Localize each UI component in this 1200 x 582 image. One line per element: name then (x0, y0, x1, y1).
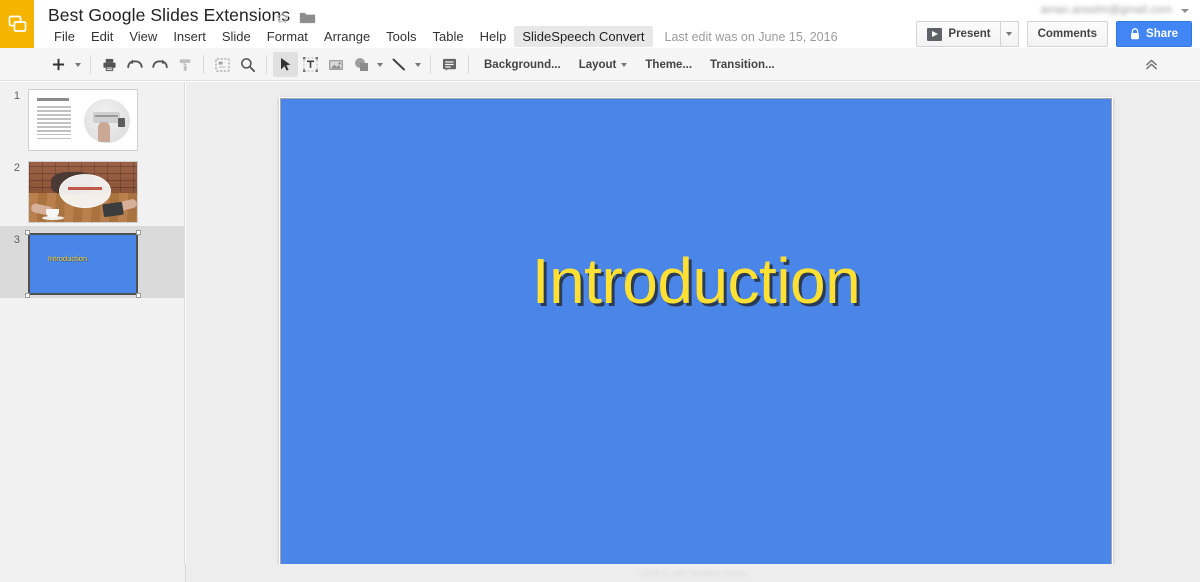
slide-thumbnail[interactable] (28, 161, 138, 223)
line-icon[interactable] (386, 52, 411, 77)
image-icon[interactable] (323, 52, 348, 77)
menu-tools[interactable]: Tools (378, 26, 424, 47)
redo-arrow-icon[interactable] (147, 52, 172, 77)
add-comment-icon[interactable] (437, 52, 462, 77)
menu-slide[interactable]: Slide (214, 26, 259, 47)
present-label: Present (948, 28, 991, 40)
new-slide-button[interactable] (46, 52, 71, 77)
transition-button[interactable]: Transition... (701, 54, 784, 76)
filmstrip-footer (0, 564, 186, 582)
selection-handle[interactable] (136, 230, 141, 235)
layout-label: Layout (578, 58, 617, 71)
lock-icon (1130, 28, 1140, 40)
share-label: Share (1146, 28, 1178, 40)
toolbar-divider (203, 55, 204, 74)
thumb-photo (29, 162, 137, 222)
share-button[interactable]: Share (1116, 21, 1192, 47)
layout-button[interactable]: Layout (570, 54, 637, 76)
print-icon[interactable] (97, 52, 122, 77)
menu-slidespeech-convert[interactable]: SlideSpeech Convert (514, 26, 653, 47)
new-slide-chevron-down-icon[interactable] (71, 52, 84, 77)
paint-roller-icon[interactable] (172, 52, 197, 77)
filmstrip-slide-3[interactable]: 3 Introduction (0, 226, 184, 298)
app-header: Best Google Slides Extensions aman.ansel… (0, 0, 1200, 48)
menu-format[interactable]: Format (259, 26, 316, 47)
fit-to-screen-icon[interactable] (210, 52, 235, 77)
slide-number: 1 (13, 90, 20, 102)
menu-file[interactable]: File (46, 26, 83, 47)
thumb-title-text: Introduction (48, 254, 88, 264)
play-rectangle-icon (927, 27, 943, 41)
toolbar-divider (468, 55, 469, 74)
slide-editor-canvas[interactable]: Introduction (186, 82, 1200, 564)
speaker-notes-pane[interactable]: Click to add speaker notes (186, 564, 1200, 582)
filmstrip-slide-1[interactable]: 1 (0, 82, 184, 154)
layout-chevron-down-icon (621, 62, 628, 67)
menu-edit[interactable]: Edit (83, 26, 121, 47)
current-slide[interactable]: Introduction (280, 98, 1112, 564)
menu-table[interactable]: Table (425, 26, 472, 47)
last-edit-status: Last edit was on June 15, 2016 (664, 29, 838, 44)
slide-thumbnail[interactable]: Introduction (28, 233, 138, 295)
undo-arrow-icon[interactable] (122, 52, 147, 77)
menu-bar: File Edit View Insert Slide Format Arran… (46, 26, 838, 47)
toolbar-divider (90, 55, 91, 74)
selection-handle[interactable] (25, 293, 30, 298)
chevron-down-icon[interactable] (1181, 9, 1189, 13)
thumb-body-lines (37, 106, 71, 142)
slide-number: 3 (13, 234, 20, 246)
menu-arrange[interactable]: Arrange (316, 26, 378, 47)
folder-icon[interactable] (299, 11, 316, 25)
selection-handle[interactable] (25, 230, 30, 235)
menu-view[interactable]: View (121, 26, 165, 47)
cursor-arrow-icon[interactable] (273, 52, 298, 77)
theme-button[interactable]: Theme... (636, 54, 701, 76)
toolbar: Background... Layout Theme... Transition… (0, 48, 1200, 81)
present-dropdown-chevron-down-icon[interactable] (999, 21, 1019, 47)
google-slides-logo-icon[interactable] (0, 0, 34, 48)
selection-handle[interactable] (136, 293, 141, 298)
comments-button[interactable]: Comments (1026, 21, 1109, 47)
thumb-heading-bar (37, 98, 69, 101)
line-chevron-down-icon[interactable] (411, 52, 424, 77)
account-email[interactable]: aman.anselm@gmail.com (1040, 4, 1172, 16)
toolbar-divider (266, 55, 267, 74)
slide-stage[interactable]: Introduction (279, 97, 1113, 564)
double-chevron-up-icon[interactable] (1139, 52, 1164, 77)
thumb-slide-background: Introduction (30, 235, 136, 293)
speaker-notes-placeholder: Click to add speaker notes (639, 568, 747, 578)
shape-chevron-down-icon[interactable] (373, 52, 386, 77)
slide-title-textbox[interactable]: Introduction (281, 244, 1111, 318)
slide-thumbnail[interactable] (28, 89, 138, 151)
text-box-icon[interactable] (298, 52, 323, 77)
star-outline-icon[interactable] (275, 10, 290, 25)
document-title[interactable]: Best Google Slides Extensions (48, 5, 290, 26)
shape-icon[interactable] (348, 52, 373, 77)
filmstrip-slide-2[interactable]: 2 (0, 154, 184, 226)
google-slides-window: Best Google Slides Extensions aman.ansel… (0, 0, 1200, 582)
header-actions: Present Comments Share (916, 21, 1192, 47)
slide-number: 2 (13, 162, 20, 174)
thumb-circular-photo (84, 99, 130, 143)
background-button[interactable]: Background... (475, 54, 570, 76)
magnifier-icon[interactable] (235, 52, 260, 77)
present-button[interactable]: Present (916, 21, 1000, 47)
slide-filmstrip[interactable]: 1 2 3 Introduction (0, 82, 185, 582)
toolbar-divider (430, 55, 431, 74)
menu-help[interactable]: Help (472, 26, 515, 47)
menu-insert[interactable]: Insert (165, 26, 214, 47)
